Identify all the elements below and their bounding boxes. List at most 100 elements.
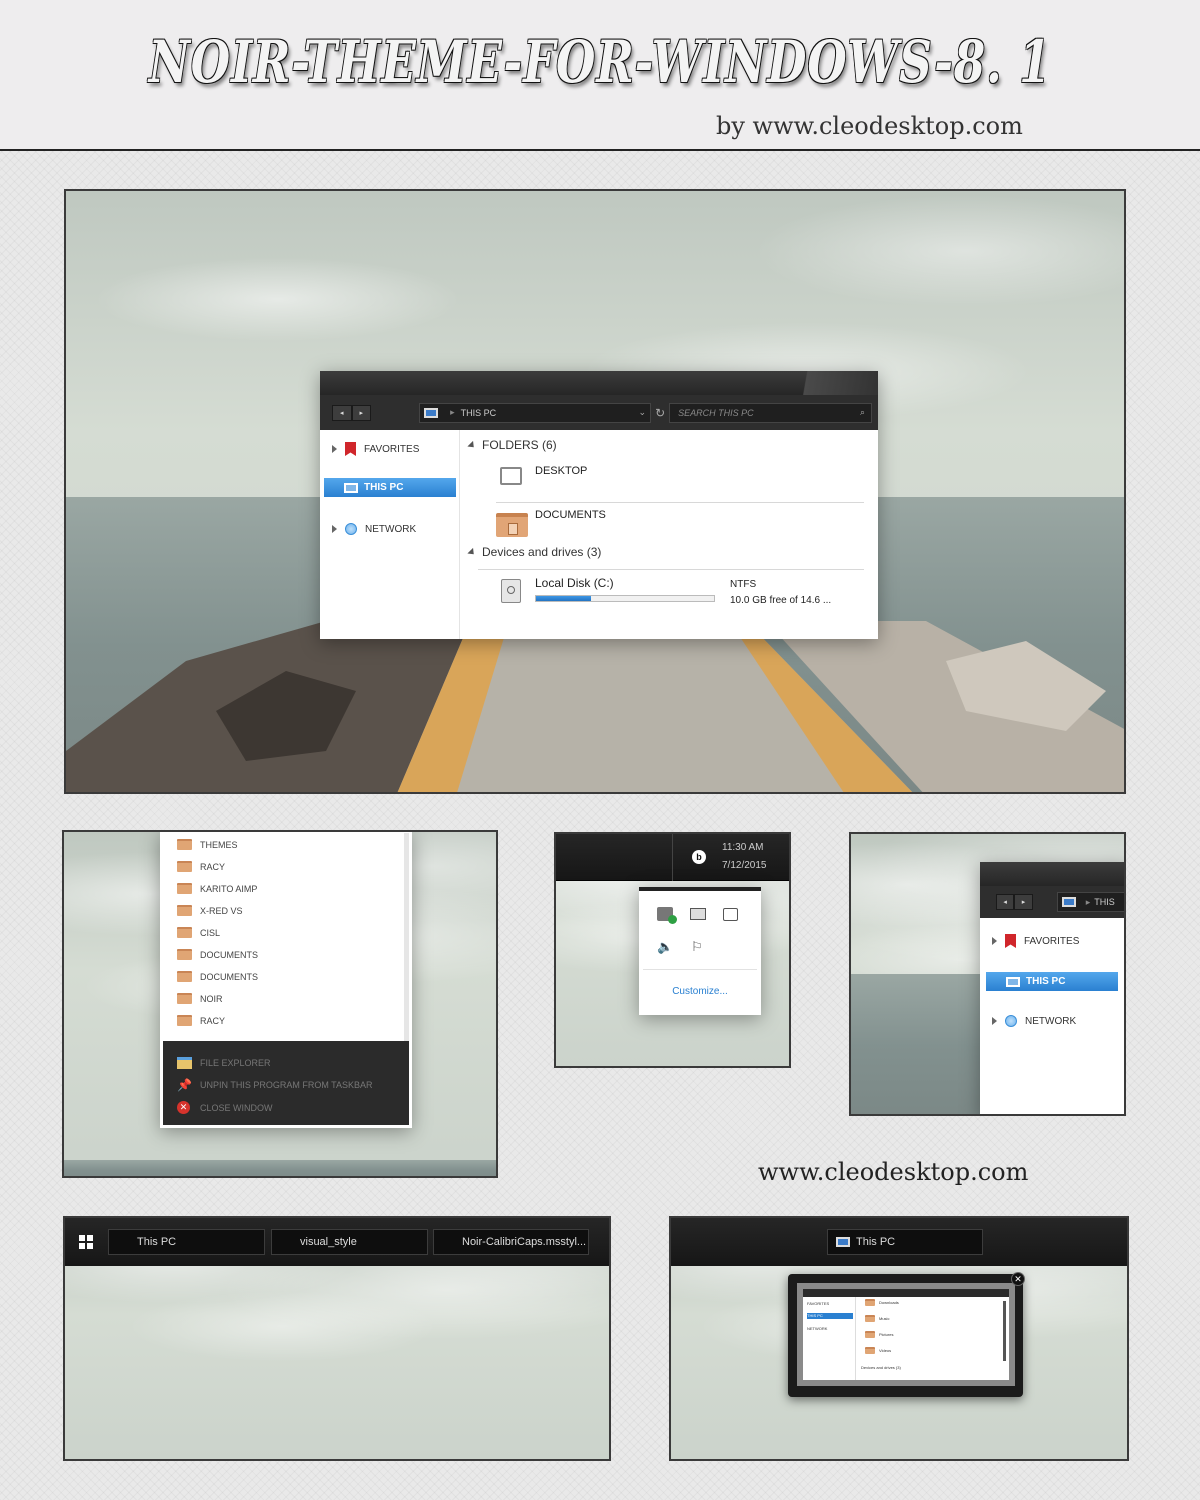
start-button[interactable] [79,1235,93,1249]
jump-item-documents[interactable]: DOCUMENTS [177,949,258,960]
address-bar[interactable]: ▸ THIS PC ⌄ [419,402,652,423]
jump-item-karito-aimp[interactable]: KARITO AIMP [177,883,257,894]
tray-preview: b 11:30 AM 7/12/2015 🔈 ⚐ Customize... [554,832,791,1068]
sidebar-item-network[interactable]: NETWORK [992,1012,1076,1030]
taskbar-button-msstyles[interactable]: Noir-CalibriCaps.msstyl... [433,1229,589,1255]
breadcrumb-chevron-icon: ▸ [450,407,455,417]
drive-local-disk[interactable]: Local Disk (C:) NTFS 10.0 GB free of 14.… [496,573,866,613]
thumbnail-close-icon[interactable]: ✕ [1011,1272,1025,1286]
explorer-window: ◂ ▸ ▸ THIS PC ⌄ ↻ SEARCH THIS PC ⌕ FAVOR… [320,371,878,639]
folder-icon [177,905,192,916]
tray-overflow-flyout: 🔈 ⚐ Customize... [639,887,761,1015]
folder-icon [865,1299,875,1306]
expand-caret-icon[interactable] [332,445,337,453]
expand-caret-icon[interactable] [992,937,997,945]
folder-icon [177,927,192,938]
network-tray-icon[interactable] [723,908,738,921]
thumbnail-navbar [803,1289,1009,1297]
back-button[interactable]: ◂ [996,894,1015,910]
file-explorer-icon [177,1057,192,1069]
thumb-sidebar-this-pc: THIS PC [807,1313,853,1319]
clock-date[interactable]: 7/12/2015 [722,860,767,871]
folder-icon [177,1015,192,1026]
chevron-down-icon[interactable]: ⌄ [639,407,647,418]
speaker-icon[interactable]: 🔈 [657,939,673,955]
folder-icon [865,1331,875,1338]
task-close-window[interactable]: ✕ CLOSE WINDOW [177,1101,273,1114]
this-pc-icon [424,407,439,418]
thumbnail-explorer: FAVORITES THIS PC NETWORK Downloads Musi… [803,1289,1009,1380]
explorer-navbar: ◂ ▸ ▸ THIS [980,886,1124,918]
clock-time[interactable]: 11:30 AM [722,842,764,853]
expand-caret-icon[interactable] [992,1017,997,1025]
beats-icon[interactable]: b [692,850,706,864]
navigation-pane: FAVORITES THIS PC NETWORK [320,430,460,639]
jump-item-themes[interactable]: THEMES [177,839,238,850]
header-banner: NOIR-THEME-FOR-WINDOWS-8. 1 by www.cleod… [0,0,1200,151]
thumb-item-pictures: Pictures [865,1331,893,1338]
folder-icon [177,971,192,982]
sidebar-item-favorites[interactable]: FAVORITES [332,440,419,458]
sidebar-item-network[interactable]: NETWORK [332,520,416,538]
folder-icon [177,993,192,1004]
breadcrumb-chevron-icon: ▸ [1085,896,1091,907]
task-unpin[interactable]: 📌 UNPIN THIS PROGRAM FROM TASKBAR [177,1079,373,1091]
folder-desktop[interactable]: DESKTOP [496,461,866,501]
taskbar-thumbnail[interactable]: ✕ FAVORITES THIS PC NETWORK Downloads Mu… [788,1272,1025,1397]
explorer-navbar: ◂ ▸ ▸ THIS PC ⌄ ↻ SEARCH THIS PC ⌕ [320,395,878,430]
explorer-zoom-preview: ◂ ▸ ▸ THIS FAVORITES THIS PC NETWORK [849,832,1126,1116]
favorites-icon [345,442,356,456]
forward-button[interactable]: ▸ [351,404,372,421]
thumb-item-downloads: Downloads [865,1299,899,1306]
usb-safe-remove-icon[interactable] [657,907,677,924]
jump-item-x-red-vs[interactable]: X-RED VS [177,905,243,916]
task-file-explorer[interactable]: FILE EXPLORER [177,1057,271,1069]
refresh-icon[interactable]: ↻ [655,406,665,420]
thumb-scrollbar [1003,1301,1006,1361]
taskbar-buttons-preview: This PC visual_style Noir-CalibriCaps.ms… [63,1216,611,1461]
titlebar-accent [788,371,878,395]
taskbar: This PC [671,1218,1127,1266]
close-icon: ✕ [177,1101,190,1114]
jump-item-racy-2[interactable]: RACY [177,1015,225,1026]
folder-icon [177,839,192,850]
main-preview: ◂ ▸ ▸ THIS PC ⌄ ↻ SEARCH THIS PC ⌕ FAVOR… [64,189,1126,794]
folder-icon [177,949,192,960]
drive-usage-fill [536,596,592,601]
network-icon [1005,1015,1017,1027]
taskbar-button-this-pc[interactable]: This PC [827,1229,983,1255]
folder-icon [496,513,528,537]
byline: by www.cleodesktop.com [716,112,1023,140]
taskbar-button-visual-style[interactable]: visual_style [271,1229,428,1255]
taskbar-button-this-pc[interactable]: This PC [108,1229,265,1255]
explorer-titlebar[interactable] [980,862,1124,886]
jump-item-racy[interactable]: RACY [177,861,225,872]
jump-item-documents-2[interactable]: DOCUMENTS [177,971,258,982]
collapse-icon [467,440,477,450]
taskbar-thumbnail-preview: This PC ✕ FAVORITES THIS PC NETWORK Down… [669,1216,1129,1461]
forward-button[interactable]: ▸ [1014,894,1033,910]
pin-icon: 📌 [177,1078,192,1092]
explorer-titlebar[interactable] [320,371,878,395]
sidebar-item-favorites[interactable]: FAVORITES [992,932,1079,950]
search-icon[interactable]: ⌕ [860,407,865,418]
devices-group-header[interactable]: Devices and drives (3) [467,545,601,559]
jump-item-cisl[interactable]: CISL [177,927,220,938]
sidebar-item-this-pc[interactable]: THIS PC [986,972,1118,991]
thumbnail-window: FAVORITES THIS PC NETWORK Downloads Musi… [797,1283,1015,1386]
action-center-flag-icon[interactable]: ⚐ [691,939,703,955]
hard-drive-icon [501,579,521,603]
jumplist-preview: THEMES RACY KARITO AIMP X-RED VS CISL DO… [62,830,498,1178]
expand-caret-icon[interactable] [332,525,337,533]
jump-item-noir[interactable]: NOIR [177,993,223,1004]
folder-documents[interactable]: DOCUMENTS [496,505,866,545]
customize-link[interactable]: Customize... [639,986,761,997]
back-button[interactable]: ◂ [332,404,352,421]
collapse-icon [467,547,477,557]
divider [478,569,864,570]
search-input[interactable]: SEARCH THIS PC ⌕ [669,402,872,423]
sidebar-item-this-pc[interactable]: THIS PC [324,478,456,497]
address-bar[interactable]: ▸ THIS [1056,892,1124,912]
hardware-icon[interactable] [690,908,706,920]
folders-group-header[interactable]: FOLDERS (6) [467,438,557,452]
